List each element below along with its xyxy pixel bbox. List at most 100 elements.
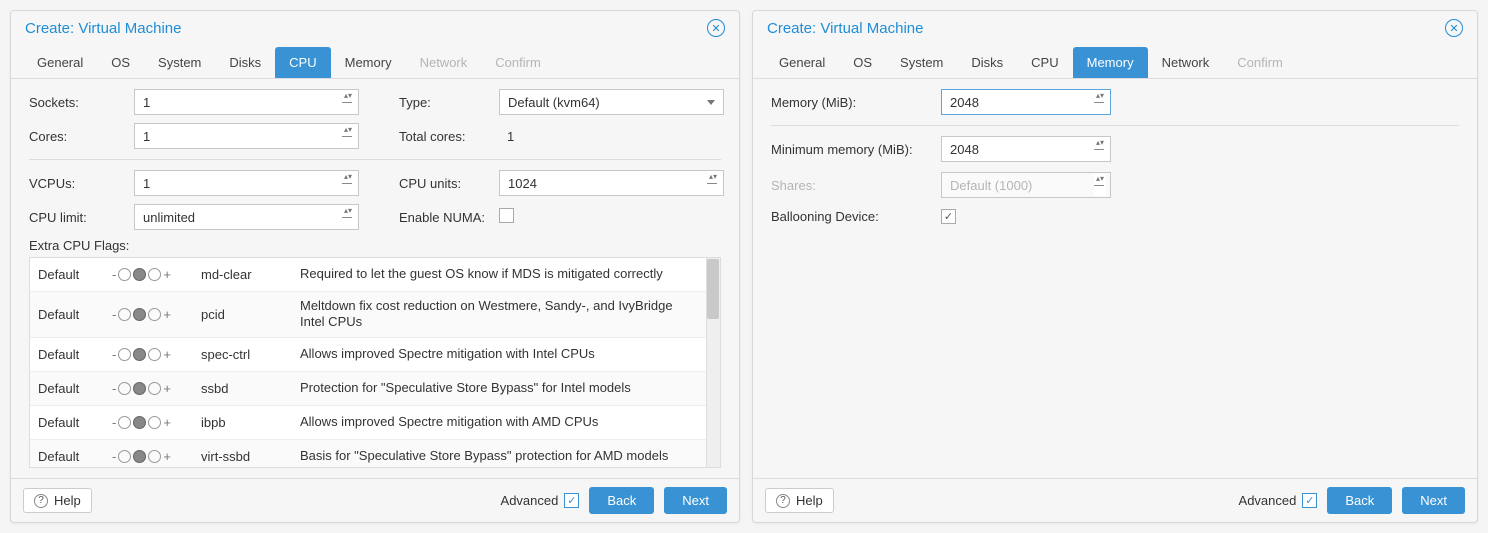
- tab-disks[interactable]: Disks: [215, 47, 275, 78]
- vcpus-input[interactable]: 1▴▾: [134, 170, 359, 196]
- cores-input[interactable]: 1▴▾: [134, 123, 359, 149]
- flag-name: md-clear: [201, 267, 296, 282]
- flag-row: Default - + ssbd Protection for "Speculativ…: [30, 372, 720, 406]
- help-icon: ?: [776, 494, 790, 508]
- cpu-units-label: CPU units:: [399, 176, 499, 191]
- cpu-units-input[interactable]: 1024▴▾: [499, 170, 724, 196]
- tab-network[interactable]: Network: [1148, 47, 1224, 78]
- ballooning-label: Ballooning Device:: [771, 209, 941, 224]
- min-memory-input[interactable]: 2048▴▾: [941, 136, 1111, 162]
- dialog-header: Create: Virtual Machine ✕: [753, 11, 1477, 43]
- close-icon[interactable]: ✕: [1445, 19, 1463, 37]
- dialog-body: Sockets: 1▴▾ Type: Default (kvm64) Cores…: [11, 79, 739, 478]
- flag-name: ssbd: [201, 381, 296, 396]
- spinner-chevrons-icon[interactable]: ▴▾: [342, 206, 354, 228]
- memory-row: Memory (MiB): 2048▴▾: [771, 89, 1459, 115]
- flag-default-label: Default: [38, 415, 108, 430]
- flag-row: Default- +ibpbAllows improved Spectre mi…: [30, 406, 720, 440]
- flag-name: spec-ctrl: [201, 347, 296, 362]
- flag-tristate[interactable]: - +: [112, 381, 197, 396]
- next-button[interactable]: Next: [664, 487, 727, 514]
- help-button[interactable]: ? Help: [765, 488, 834, 513]
- advanced-toggle[interactable]: Advanced ✓: [501, 493, 580, 508]
- tab-memory[interactable]: Memory: [1073, 47, 1148, 78]
- dialog-footer: ? Help Advanced ✓ Back Next: [11, 478, 739, 522]
- help-button[interactable]: ? Help: [23, 488, 92, 513]
- type-label: Type:: [399, 95, 499, 110]
- spinner-chevrons-icon[interactable]: ▴▾: [1094, 91, 1106, 113]
- form-grid-upper: Sockets: 1▴▾ Type: Default (kvm64) Cores…: [29, 89, 721, 149]
- flag-row: Default - + spec-ctrl Allows improved Spect…: [30, 338, 720, 372]
- tab-general[interactable]: General: [765, 47, 839, 78]
- tab-memory[interactable]: Memory: [331, 47, 406, 78]
- flag-row: Default- +virt-ssbdBasis for "Speculativ…: [30, 440, 720, 469]
- flag-name: virt-ssbd: [201, 449, 296, 464]
- advanced-checkbox[interactable]: ✓: [564, 493, 579, 508]
- cpu-limit-label: CPU limit:: [29, 210, 134, 225]
- enable-numa-label: Enable NUMA:: [399, 210, 499, 225]
- form-grid-lower: VCPUs: 1▴▾ CPU units: 1024▴▾ CPU limit: …: [29, 170, 721, 230]
- spinner-chevrons-icon[interactable]: ▴▾: [342, 172, 354, 194]
- advanced-checkbox[interactable]: ✓: [1302, 493, 1317, 508]
- spinner-chevrons-icon[interactable]: ▴▾: [342, 125, 354, 147]
- flag-description: Required to let the guest OS know if MDS…: [300, 266, 702, 282]
- memory-input[interactable]: 2048▴▾: [941, 89, 1111, 115]
- flag-description: Meltdown fix cost reduction on Westmere,…: [300, 298, 702, 331]
- spinner-chevrons-icon[interactable]: ▴▾: [342, 91, 354, 113]
- spinner-chevrons-icon: ▴▾: [1094, 174, 1106, 196]
- flag-tristate[interactable]: - +: [112, 307, 197, 322]
- memory-label: Memory (MiB):: [771, 95, 941, 110]
- flags-table: Default - + md-clear Required to let the gu…: [29, 257, 721, 468]
- tab-os[interactable]: OS: [97, 47, 144, 78]
- flag-default-label: Default: [38, 449, 108, 464]
- extra-cpu-flags-label: Extra CPU Flags:: [29, 238, 721, 253]
- back-button[interactable]: Back: [1327, 487, 1392, 514]
- vcpus-label: VCPUs:: [29, 176, 134, 191]
- tab-cpu[interactable]: CPU: [275, 47, 330, 78]
- flag-tristate[interactable]: - +: [112, 415, 197, 430]
- close-icon[interactable]: ✕: [707, 19, 725, 37]
- scrollbar-thumb[interactable]: [707, 259, 719, 319]
- tab-confirm: Confirm: [481, 47, 555, 78]
- enable-numa-checkbox[interactable]: [499, 208, 514, 223]
- type-combo[interactable]: Default (kvm64): [499, 89, 724, 115]
- flag-tristate[interactable]: - +: [112, 267, 197, 282]
- flag-tristate[interactable]: - +: [112, 347, 197, 362]
- advanced-toggle[interactable]: Advanced ✓: [1239, 493, 1318, 508]
- cpu-limit-input[interactable]: unlimited▴▾: [134, 204, 359, 230]
- scrollbar[interactable]: [706, 258, 720, 467]
- shares-input: Default (1000)▴▾: [941, 172, 1111, 198]
- flag-description: Allows improved Spectre mitigation with …: [300, 346, 702, 362]
- total-cores-value: 1: [499, 123, 724, 149]
- help-icon: ?: [34, 494, 48, 508]
- sockets-input[interactable]: 1▴▾: [134, 89, 359, 115]
- flag-default-label: Default: [38, 267, 108, 282]
- flag-default-label: Default: [38, 347, 108, 362]
- tab-cpu[interactable]: CPU: [1017, 47, 1072, 78]
- dialog-header: Create: Virtual Machine ✕: [11, 11, 739, 43]
- spinner-chevrons-icon[interactable]: ▴▾: [707, 172, 719, 194]
- ballooning-checkbox[interactable]: ✓: [941, 209, 956, 224]
- back-button[interactable]: Back: [589, 487, 654, 514]
- shares-label: Shares:: [771, 178, 941, 193]
- tab-system[interactable]: System: [886, 47, 957, 78]
- sockets-label: Sockets:: [29, 95, 134, 110]
- flag-tristate[interactable]: - +: [112, 449, 197, 464]
- divider: [29, 159, 721, 160]
- tab-system[interactable]: System: [144, 47, 215, 78]
- tab-os[interactable]: OS: [839, 47, 886, 78]
- dialog-title: Create: Virtual Machine: [767, 20, 923, 37]
- tab-disks[interactable]: Disks: [957, 47, 1017, 78]
- memory-adv-grid: Minimum memory (MiB): 2048▴▾ Shares: Def…: [771, 136, 1459, 224]
- spinner-chevrons-icon[interactable]: ▴▾: [1094, 138, 1106, 160]
- flag-default-label: Default: [38, 381, 108, 396]
- tab-general[interactable]: General: [23, 47, 97, 78]
- flag-name: ibpb: [201, 415, 296, 430]
- dialog-title: Create: Virtual Machine: [25, 20, 181, 37]
- next-button[interactable]: Next: [1402, 487, 1465, 514]
- min-memory-label: Minimum memory (MiB):: [771, 142, 941, 157]
- dialog-footer: ? Help Advanced ✓ Back Next: [753, 478, 1477, 522]
- flag-description: Protection for "Speculative Store Bypass…: [300, 380, 702, 396]
- tabs: GeneralOSSystemDisksCPUMemoryNetworkConf…: [11, 43, 739, 79]
- dialog-body: Memory (MiB): 2048▴▾ Minimum memory (MiB…: [753, 79, 1477, 478]
